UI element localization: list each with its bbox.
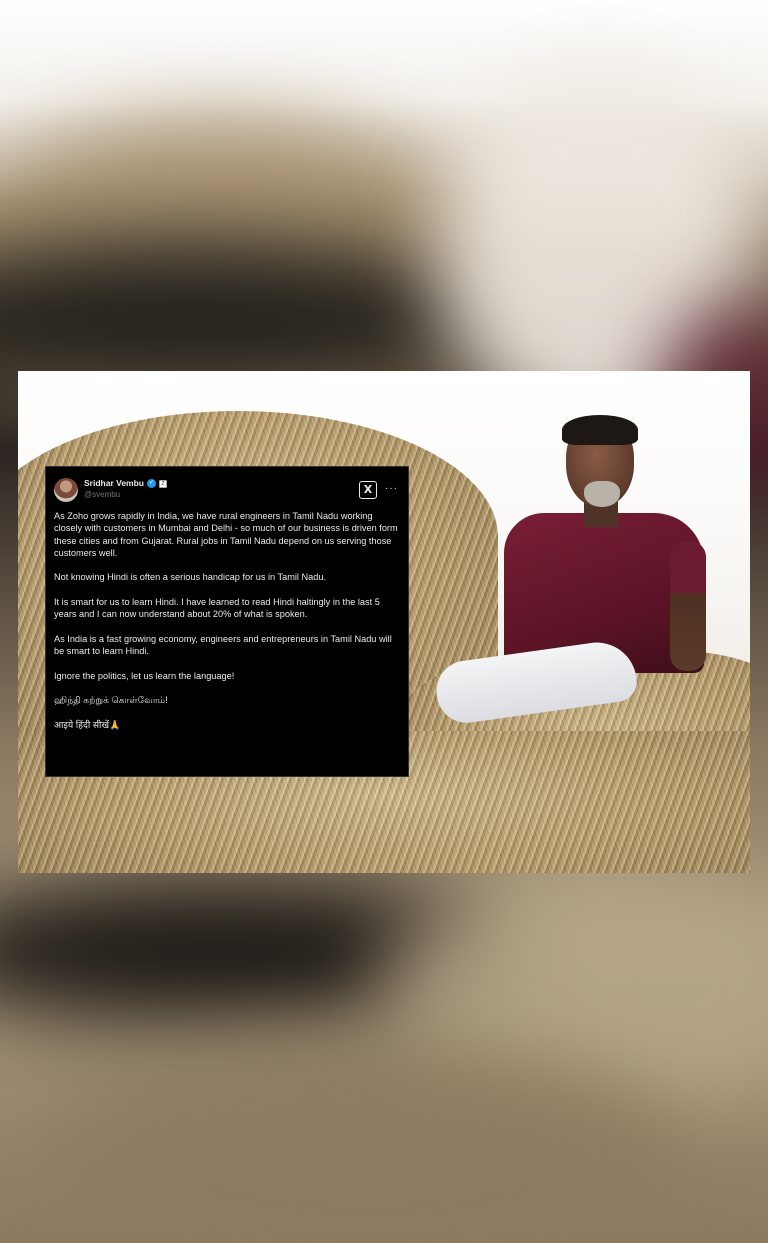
affiliate-badge-icon: Z [159,479,167,488]
author-handle[interactable]: @svembu [84,489,359,500]
person-hair [562,415,638,445]
tweet-paragraph: Ignore the politics, let us learn the la… [54,670,235,681]
person-arm [670,541,706,671]
tweet-paragraph: It is smart for us to learn Hindi. I hav… [54,597,380,620]
tweet-paragraph: Not knowing Hindi is often a serious han… [54,572,327,583]
more-options-icon[interactable]: ··· [385,483,398,494]
avatar[interactable] [54,478,78,502]
verified-badge-icon: ✓ [147,479,156,488]
x-logo-icon[interactable]: X [359,481,377,499]
tweet-paragraph: As Zoho grows rapidly in India, we have … [54,511,398,558]
tweet-paragraph: As India is a fast growing economy, engi… [54,633,392,657]
author-name-row: Sridhar Vembu ✓ Z [84,478,359,489]
tweet-header: Sridhar Vembu ✓ Z @svembu X ··· [54,475,398,509]
tweet-paragraph: ஹிந்தி கற்றுக் கொள்வோம்! [54,695,168,706]
tweet-author: Sridhar Vembu ✓ Z @svembu [84,478,359,500]
author-name[interactable]: Sridhar Vembu [84,478,144,489]
tweet-paragraph: आइये हिंदी सीखें🙏 [54,720,121,731]
tweet-body: As Zoho grows rapidly in India, we have … [54,510,398,731]
tweet-card: Sridhar Vembu ✓ Z @svembu X ··· As Zoho … [45,466,409,777]
person-beard [584,481,620,507]
